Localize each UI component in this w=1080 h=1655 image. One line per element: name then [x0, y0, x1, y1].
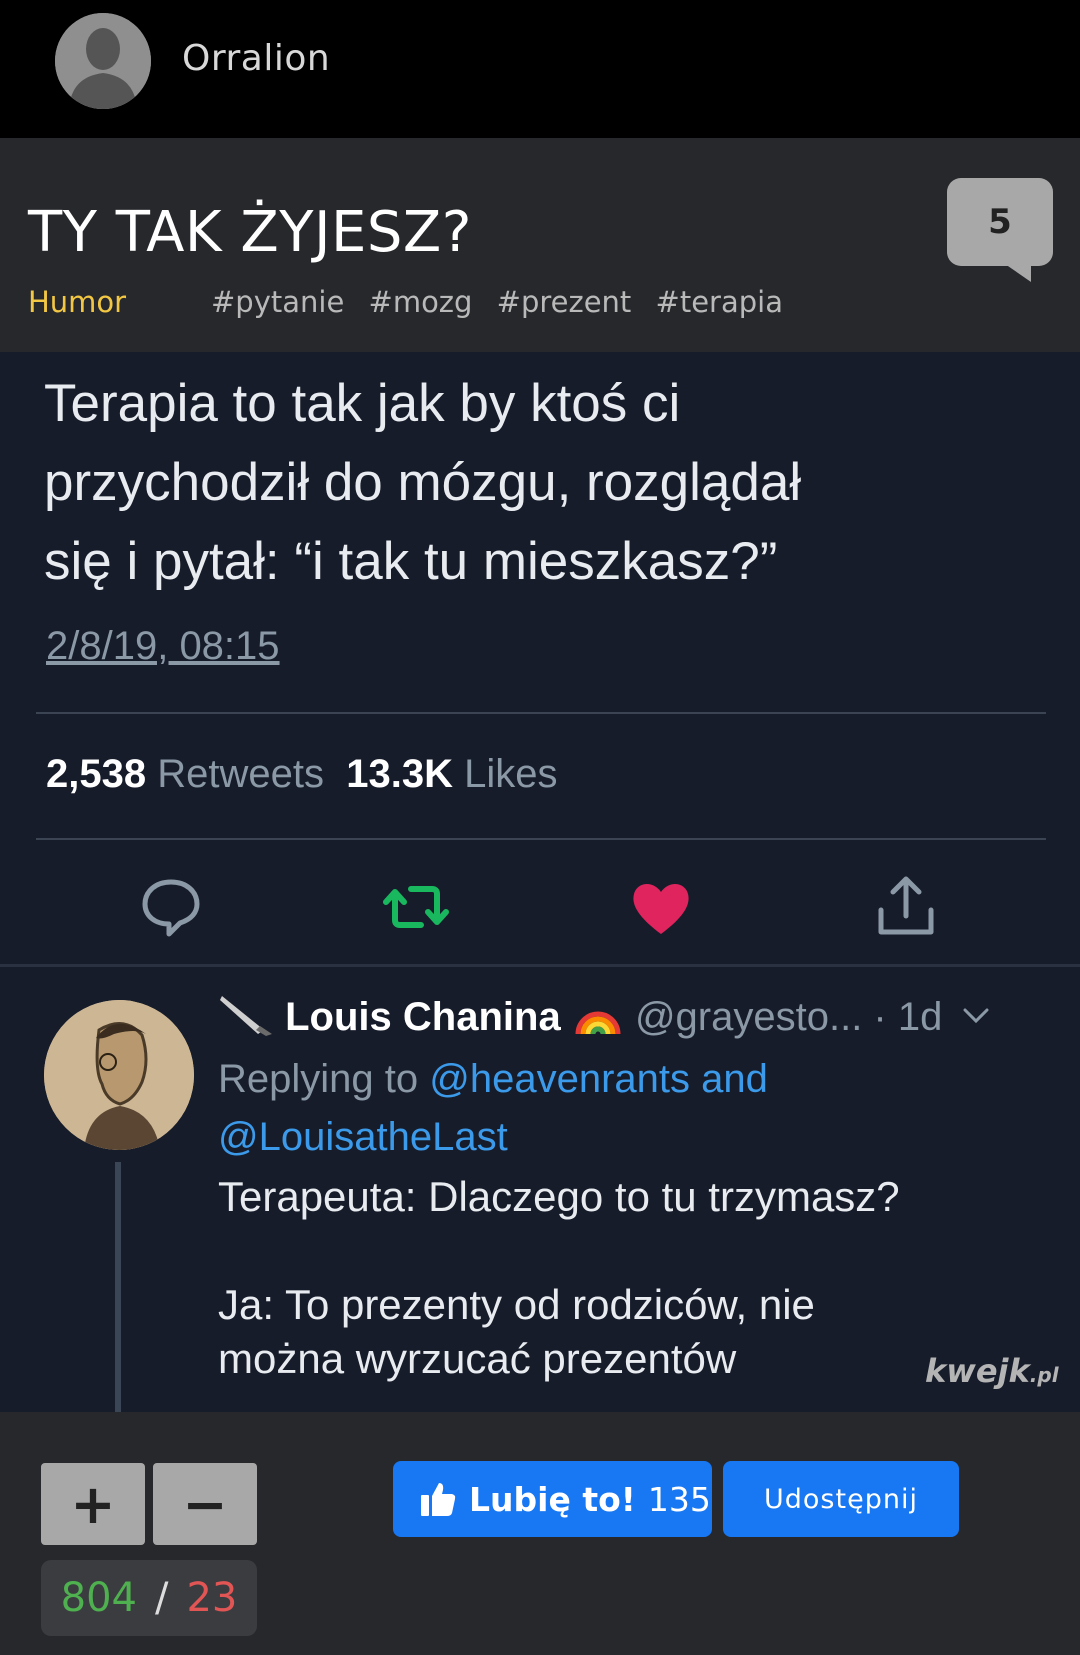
knife-icon	[220, 996, 272, 1036]
default-avatar-icon	[55, 13, 151, 109]
top-bar: Orralion	[0, 0, 1080, 138]
downvote-count: 23	[186, 1575, 238, 1621]
tweet-stats: 2,538 Retweets 13.3K Likes	[46, 752, 557, 797]
mention-link: @LouisatheLast	[218, 1115, 508, 1159]
watermark-main: kwejk	[925, 1352, 1030, 1390]
mention-link: @heavenrants and	[429, 1057, 768, 1101]
portrait-icon	[44, 1000, 194, 1150]
facebook-share-button[interactable]: Udostępnij	[723, 1461, 959, 1537]
tweet-date: 2/8/19, 08:15	[46, 624, 280, 668]
tag-link[interactable]: #pytanie	[211, 285, 344, 319]
reply-handle-time: @grayesto... · 1d	[634, 995, 943, 1039]
reply-avatar	[44, 1000, 194, 1150]
username[interactable]: Orralion	[182, 38, 330, 79]
downvote-button[interactable]: −	[153, 1463, 257, 1545]
tag-list: #pytanie #mozg #prezent #terapia	[211, 285, 798, 319]
upvote-count: 804	[60, 1575, 137, 1621]
replying-to: Replying to @heavenrants and @LouisatheL…	[218, 1050, 1018, 1166]
thread-line	[115, 1162, 121, 1412]
tweet-text: Terapia to tak jak by ktoś ci przychodzi…	[44, 374, 802, 591]
meme-image[interactable]: Terapia to tak jak by ktoś ci przychodzi…	[0, 352, 1080, 1412]
upvote-button[interactable]: +	[41, 1463, 145, 1545]
like-count: 135	[647, 1479, 711, 1519]
reply-icon	[142, 879, 200, 937]
retweet-count: 2,538	[46, 752, 147, 796]
heart-icon	[633, 883, 689, 934]
tag-link[interactable]: #prezent	[497, 285, 632, 319]
vote-separator: /	[154, 1575, 169, 1621]
divider	[36, 838, 1046, 840]
thumbs-up-icon	[421, 1483, 456, 1516]
user-avatar[interactable]	[55, 13, 151, 109]
like-count: 13.3K	[346, 752, 453, 796]
chevron-down-icon	[963, 1008, 989, 1024]
vote-score: 804 / 23	[41, 1560, 257, 1636]
post-title[interactable]: TY TAK ŻYJESZ?	[28, 200, 472, 265]
tag-link[interactable]: #mozg	[369, 285, 473, 319]
post-category[interactable]: Humor	[28, 285, 126, 319]
retweet-label: Retweets	[157, 752, 324, 796]
rainbow-icon	[575, 1011, 621, 1035]
replying-prefix: Replying to	[218, 1057, 419, 1101]
watermark-suffix: .pl	[1029, 1363, 1059, 1387]
reply-author-name: Louis Chanina	[285, 995, 561, 1039]
kwejk-watermark: kwejk.pl	[925, 1352, 1059, 1390]
tag-link[interactable]: #terapia	[656, 285, 783, 319]
divider	[0, 964, 1080, 967]
reply-line: Terapeuta: Dlaczego to tu trzymasz?	[218, 1173, 900, 1220]
tweet-actions	[0, 872, 1080, 952]
facebook-like-button[interactable]: Lubię to! 135	[393, 1461, 712, 1537]
divider	[36, 712, 1046, 714]
comment-count-badge[interactable]: 5	[947, 178, 1053, 282]
retweet-icon	[383, 886, 449, 928]
reply-header: Louis Chanina @grayesto... · 1d	[218, 992, 993, 1040]
like-label: Likes	[464, 752, 558, 796]
like-label: Lubię to!	[469, 1479, 636, 1519]
share-icon	[878, 876, 934, 935]
